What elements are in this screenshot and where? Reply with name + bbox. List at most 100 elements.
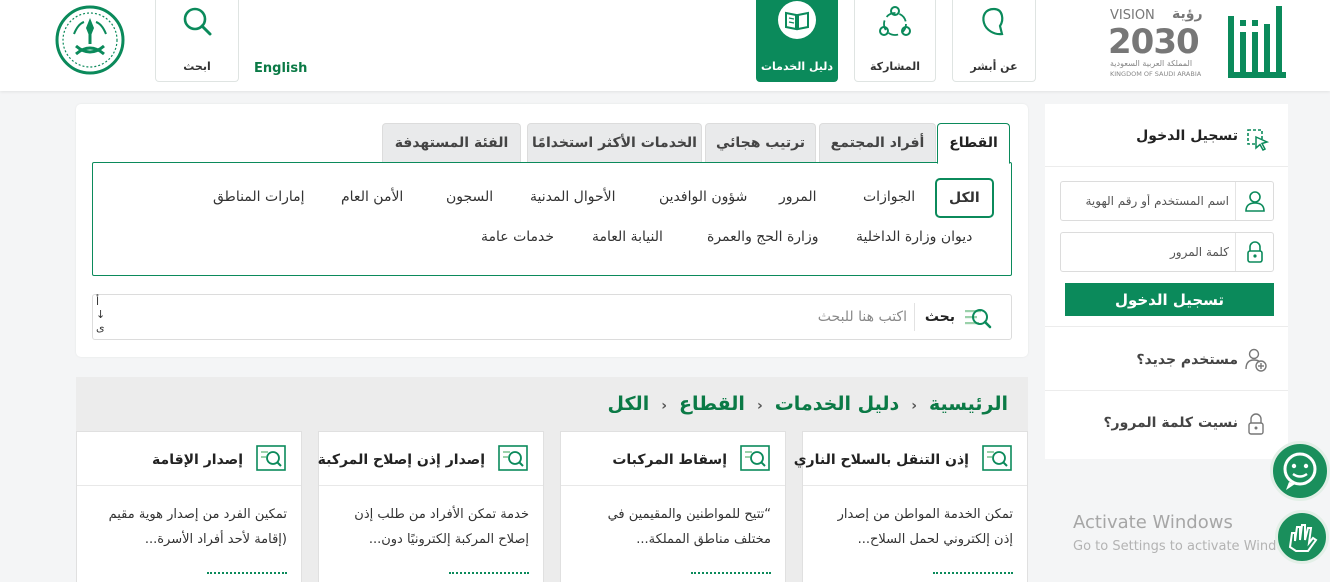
nav-about-absher-label: عن أبشر [970, 60, 1018, 73]
breadcrumb-sector[interactable]: القطاع [679, 393, 745, 415]
kingdom-en-text: KINGDOM OF SAUDI ARABIA [1110, 70, 1202, 78]
login-title: تسجيل الدخول [1136, 128, 1238, 144]
saudi-emblem-logo[interactable] [54, 4, 126, 76]
service-card[interactable]: إذن التنقل بالسلاح الناري تمكن الخدمة ال… [794, 431, 1028, 582]
divider [1045, 326, 1288, 327]
services-search-label: بحث [924, 309, 955, 325]
category-hajj-umrah[interactable]: وزارة الحج والعمرة [707, 229, 818, 245]
service-card-more-link[interactable] [449, 572, 529, 580]
category-civil-affairs[interactable]: الأحوال المدنية [530, 189, 616, 205]
category-box: الكل الجوازات المرور شؤون الوافدين الأحو… [92, 162, 1012, 276]
people-network-icon [875, 2, 915, 42]
kingdom-ar-text: المملكة العربية السعودية [1110, 59, 1193, 68]
card-divider [561, 485, 785, 486]
vision-year: 2030 [1108, 22, 1200, 62]
breadcrumb-home[interactable]: الرئيسية [929, 393, 1008, 415]
category-expatriates[interactable]: شؤون الوافدين [659, 189, 747, 205]
card-divider [803, 485, 1027, 486]
new-user-link[interactable]: مستخدم جديد؟ [1136, 352, 1238, 368]
service-search-icon [498, 445, 528, 473]
nav-services-guide[interactable]: دليل الخدمات [756, 0, 838, 82]
search-icon [177, 2, 217, 42]
password-input[interactable] [1069, 241, 1229, 263]
service-card-title[interactable]: إذن التنقل بالسلاح الناري [794, 452, 969, 468]
tab-alphabetical[interactable]: ترتيب هجائي [705, 123, 816, 162]
services-search-input[interactable] [207, 303, 907, 331]
add-user-icon [1244, 347, 1268, 373]
user-icon [1235, 182, 1273, 220]
category-moi-diwan[interactable]: ديوان وزارة الداخلية [856, 229, 972, 245]
breadcrumb: الرئيسية ‹ دليل الخدمات ‹ القطاع ‹ الكل [608, 393, 1008, 415]
category-all[interactable]: الكل [935, 178, 994, 218]
service-card[interactable]: إصدار إذن إصلاح المركبة خدمة تمكن الأفرا… [318, 431, 544, 582]
service-card[interactable]: إسقاط المركبات “تتيح للمواطنين والمقيمين… [560, 431, 786, 582]
vision-2030-logo: VISION رؤية 2030 المملكة العربية السعودي… [1108, 6, 1218, 80]
divider [1045, 390, 1288, 391]
category-prisons[interactable]: السجون [446, 189, 493, 205]
breadcrumb-services-guide[interactable]: دليل الخدمات [775, 393, 900, 415]
activate-windows-subtitle: Go to Settings to activate Windows. [1073, 539, 1303, 554]
alpha-start: أ [96, 295, 100, 308]
services-search-box: بحث أ ↓ ى [92, 294, 1012, 340]
category-public-security[interactable]: الأمن العام [341, 189, 403, 205]
service-card[interactable]: إصدار الإقامة تمكين الفرد من إصدار هوية … [76, 431, 302, 582]
english-language-link[interactable]: English [254, 61, 307, 76]
forgot-password-link[interactable]: نسيت كلمة المرور؟ [1103, 415, 1238, 431]
service-search-icon [256, 445, 286, 473]
service-card-more-link[interactable] [933, 572, 1013, 580]
nav-about-absher[interactable]: عن أبشر [952, 0, 1036, 82]
alpha-arrow: ↓ [96, 308, 106, 321]
services-filter-panel: الفئة المستهدفة الخدمات الأكثر استخدامًا… [76, 104, 1028, 357]
service-search-icon [982, 445, 1012, 473]
service-card-description: خدمة تمكن الأفراد من طلب إذن إصلاح المرك… [354, 507, 529, 547]
breadcrumb-chevron-icon: ‹ [756, 398, 763, 414]
breadcrumb-current: الكل [607, 393, 650, 415]
chat-assistant-button[interactable] [1270, 441, 1330, 501]
service-card-more-link[interactable] [691, 572, 771, 580]
category-regional-emirates[interactable]: إمارات المناطق [213, 189, 305, 205]
category-public-prosecution[interactable]: النيابة العامة [592, 229, 663, 245]
nav-participation[interactable]: المشاركة [854, 0, 936, 82]
service-search-icon [740, 445, 770, 473]
pin-icon [974, 2, 1014, 42]
results-section: الرئيسية ‹ دليل الخدمات ‹ القطاع ‹ الكل إذن ال… [76, 377, 1028, 582]
card-divider [77, 485, 301, 486]
username-field [1060, 181, 1274, 221]
book-icon [777, 0, 817, 40]
sign-language-button[interactable] [1275, 510, 1329, 564]
card-divider [319, 485, 543, 486]
activate-windows-title: Activate Windows [1073, 512, 1233, 533]
category-general-services[interactable]: خدمات عامة [481, 229, 554, 245]
nav-services-guide-label: دليل الخدمات [760, 60, 834, 73]
lock-reset-icon [1246, 412, 1266, 436]
service-card-title[interactable]: إسقاط المركبات [612, 452, 727, 468]
login-cursor-icon [1246, 128, 1270, 152]
service-card-description: “تتيح للمواطنين والمقيمين في مختلف مناطق… [607, 507, 771, 547]
vision-ar-text: رؤية [1172, 6, 1203, 22]
password-field [1060, 232, 1274, 272]
tab-most-used[interactable]: الخدمات الأكثر استخدامًا [527, 123, 702, 162]
service-card-title[interactable]: إصدار إذن إصلاح المركبة [318, 452, 485, 468]
lock-icon [1235, 233, 1273, 271]
breadcrumb-chevron-icon: ‹ [911, 398, 918, 414]
search-divider [914, 303, 915, 331]
divider [1045, 166, 1288, 167]
alpha-end: ى [96, 321, 105, 334]
breadcrumb-chevron-icon: ‹ [661, 398, 667, 414]
tab-community-members[interactable]: أفراد المجتمع [819, 123, 936, 162]
category-traffic[interactable]: المرور [779, 189, 817, 205]
username-input[interactable] [1069, 190, 1229, 212]
service-card-more-link[interactable] [207, 572, 287, 580]
nav-participation-label: المشاركة [870, 60, 920, 73]
tab-sector[interactable]: القطاع [937, 123, 1010, 164]
service-card-description: تمكين الفرد من إصدار هوية مقيم (إقامة لأ… [108, 507, 287, 547]
category-passports[interactable]: الجوازات [863, 189, 915, 205]
tab-target-group[interactable]: الفئة المستهدفة [382, 123, 521, 162]
service-card-title[interactable]: إصدار الإقامة [152, 452, 243, 468]
login-button[interactable]: تسجيل الدخول [1065, 283, 1274, 316]
alphabet-sort-strip[interactable]: أ ↓ ى [96, 295, 108, 334]
absher-logo[interactable] [1226, 2, 1288, 82]
header-search-button[interactable]: ابحث [155, 0, 239, 82]
services-search-icon[interactable] [963, 304, 993, 332]
hand-sign-icon [1288, 524, 1318, 552]
